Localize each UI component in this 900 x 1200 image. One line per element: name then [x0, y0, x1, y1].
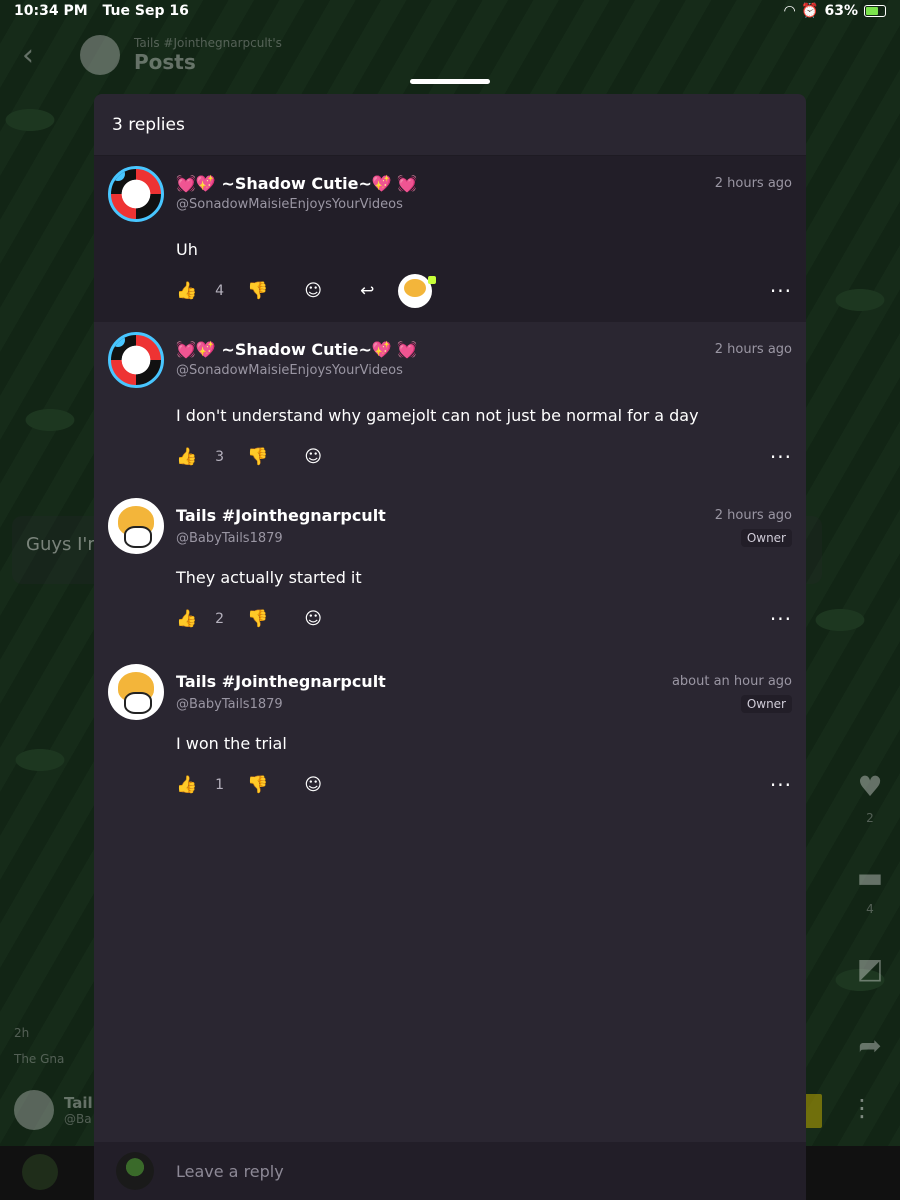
commenter-avatar[interactable] — [108, 166, 164, 222]
comment-item: Tails #Jointhegnarpcult 2 hours ago @Bab… — [94, 488, 806, 654]
background-author: Tail @Ba — [14, 1090, 93, 1130]
comment-count: 4 — [866, 902, 874, 916]
thumbs-up-icon[interactable]: 👍 — [176, 775, 197, 795]
comment-actions: 👍 4 👎 ☺ ↩ ··· — [176, 259, 792, 327]
status-date: Tue Sep 16 — [102, 3, 189, 19]
bottom-avatar — [22, 1154, 58, 1190]
replies-header: 3 replies — [94, 94, 806, 156]
author-avatar — [14, 1090, 54, 1130]
nav-avatar — [80, 35, 120, 75]
add-reaction-icon[interactable]: ☺ — [304, 775, 322, 795]
reaction-avatar[interactable] — [398, 274, 437, 308]
reply-arrow-icon[interactable]: ↩ — [360, 281, 374, 301]
commenter-name[interactable]: 💓💖 ~Shadow Cutie~💖 💓 — [176, 174, 417, 193]
commenter-avatar[interactable] — [108, 332, 164, 388]
commenter-name[interactable]: Tails #Jointhegnarpcult — [176, 506, 386, 525]
share-icon[interactable]: ➦ — [858, 1029, 881, 1062]
top-nav: ‹ Tails #Jointhegnarpcult's Posts — [0, 30, 900, 80]
thumbs-down-icon[interactable]: 👎 — [247, 281, 268, 301]
comment-body: I won the trial — [176, 734, 287, 753]
status-time: 10:34 PM — [14, 3, 88, 19]
comment-time: 2 hours ago — [714, 508, 792, 523]
comment-icon[interactable]: ▬ — [857, 861, 883, 894]
status-bar: 10:34 PM Tue Sep 16 ◠ ⏰ 63% — [0, 0, 900, 22]
back-arrow-icon[interactable]: ‹ — [22, 38, 62, 73]
owner-badge: Owner — [740, 529, 792, 547]
comment-actions: 👍 1 👎 ☺ ··· — [176, 753, 792, 821]
thumbs-up-icon[interactable]: 👍 — [176, 281, 197, 301]
nav-subtitle: Tails #Jointhegnarpcult's — [134, 36, 282, 50]
comment-actions: 👍 2 👎 ☺ ··· — [176, 587, 792, 655]
comment-body: They actually started it — [176, 568, 362, 587]
like-count: 1 — [215, 777, 225, 793]
current-user-avatar — [116, 1152, 154, 1190]
wifi-icon: ◠ — [784, 3, 796, 19]
comment-item: Tails #Jointhegnarpcult about an hour ag… — [94, 654, 806, 820]
add-reaction-icon[interactable]: ☺ — [304, 447, 322, 467]
comment-item: 💓💖 ~Shadow Cutie~💖 💓 2 hours ago @Sonado… — [94, 156, 806, 322]
author-handle: @Ba — [64, 1112, 92, 1126]
commenter-avatar[interactable] — [108, 664, 164, 720]
like-count: 4 — [215, 283, 225, 299]
more-dots-icon[interactable]: ··· — [770, 607, 792, 631]
more-dots-icon[interactable]: ··· — [770, 773, 792, 797]
add-reaction-icon[interactable]: ☺ — [304, 281, 322, 301]
commenter-username[interactable]: @SonadowMaisieEnjoysYourVideos — [176, 197, 403, 212]
like-count: 2 — [215, 611, 225, 627]
sticker-icon[interactable]: ◩ — [857, 952, 883, 985]
side-actions: ♥ 2 ▬ 4 ◩ ➦ — [854, 770, 886, 1062]
thumbs-up-icon[interactable]: 👍 — [176, 447, 197, 467]
replies-sheet: 3 replies 💓💖 ~Shadow Cutie~💖 💓 2 hours a… — [94, 94, 806, 1200]
thumbs-up-icon[interactable]: 👍 — [176, 609, 197, 629]
comment-item: 💓💖 ~Shadow Cutie~💖 💓 2 hours ago @Sonado… — [94, 322, 806, 488]
comment-actions: 👍 3 👎 ☺ ··· — [176, 425, 792, 493]
thumbs-down-icon[interactable]: 👎 — [247, 775, 268, 795]
more-dots-icon[interactable]: ··· — [770, 445, 792, 469]
commenter-name[interactable]: Tails #Jointhegnarpcult — [176, 672, 386, 691]
community-name: The Gna — [14, 1052, 65, 1066]
add-reaction-icon[interactable]: ☺ — [304, 609, 322, 629]
owner-badge: Owner — [740, 695, 792, 713]
like-count: 2 — [866, 811, 874, 825]
nav-title: Posts — [134, 50, 196, 74]
background-footer: 2h The Gna — [14, 1026, 64, 1078]
battery-percent: 63% — [824, 3, 858, 19]
more-dots-icon[interactable]: ··· — [770, 279, 792, 303]
commenter-avatar[interactable] — [108, 498, 164, 554]
commenter-username[interactable]: @BabyTails1879 — [176, 531, 283, 546]
avatar-badge — [111, 169, 125, 181]
thumbs-down-icon[interactable]: 👎 — [247, 609, 268, 629]
author-name: Tail — [64, 1094, 93, 1112]
reply-input[interactable]: Leave a reply — [176, 1162, 284, 1181]
comment-body: Uh — [176, 240, 198, 259]
thumbs-down-icon[interactable]: 👎 — [247, 447, 268, 467]
comment-body: I don't understand why gamejolt can not … — [176, 406, 699, 425]
battery-icon — [864, 5, 886, 17]
alarm-icon: ⏰ — [801, 3, 819, 19]
commenter-name[interactable]: 💓💖 ~Shadow Cutie~💖 💓 — [176, 340, 417, 359]
commenter-username[interactable]: @SonadowMaisieEnjoysYourVideos — [176, 363, 403, 378]
reply-bar[interactable]: Leave a reply — [94, 1142, 806, 1200]
commenter-username[interactable]: @BabyTails1879 — [176, 697, 283, 712]
comment-time: about an hour ago — [671, 674, 792, 689]
comment-time: 2 hours ago — [714, 342, 792, 357]
sheet-drag-handle[interactable] — [410, 79, 490, 84]
heart-icon[interactable]: ♥ — [857, 770, 882, 803]
background-more-icon: ⋮ — [850, 1094, 874, 1122]
like-count: 3 — [215, 449, 225, 465]
post-time: 2h — [14, 1026, 30, 1040]
comment-time: 2 hours ago — [714, 176, 792, 191]
avatar-badge — [111, 335, 125, 347]
